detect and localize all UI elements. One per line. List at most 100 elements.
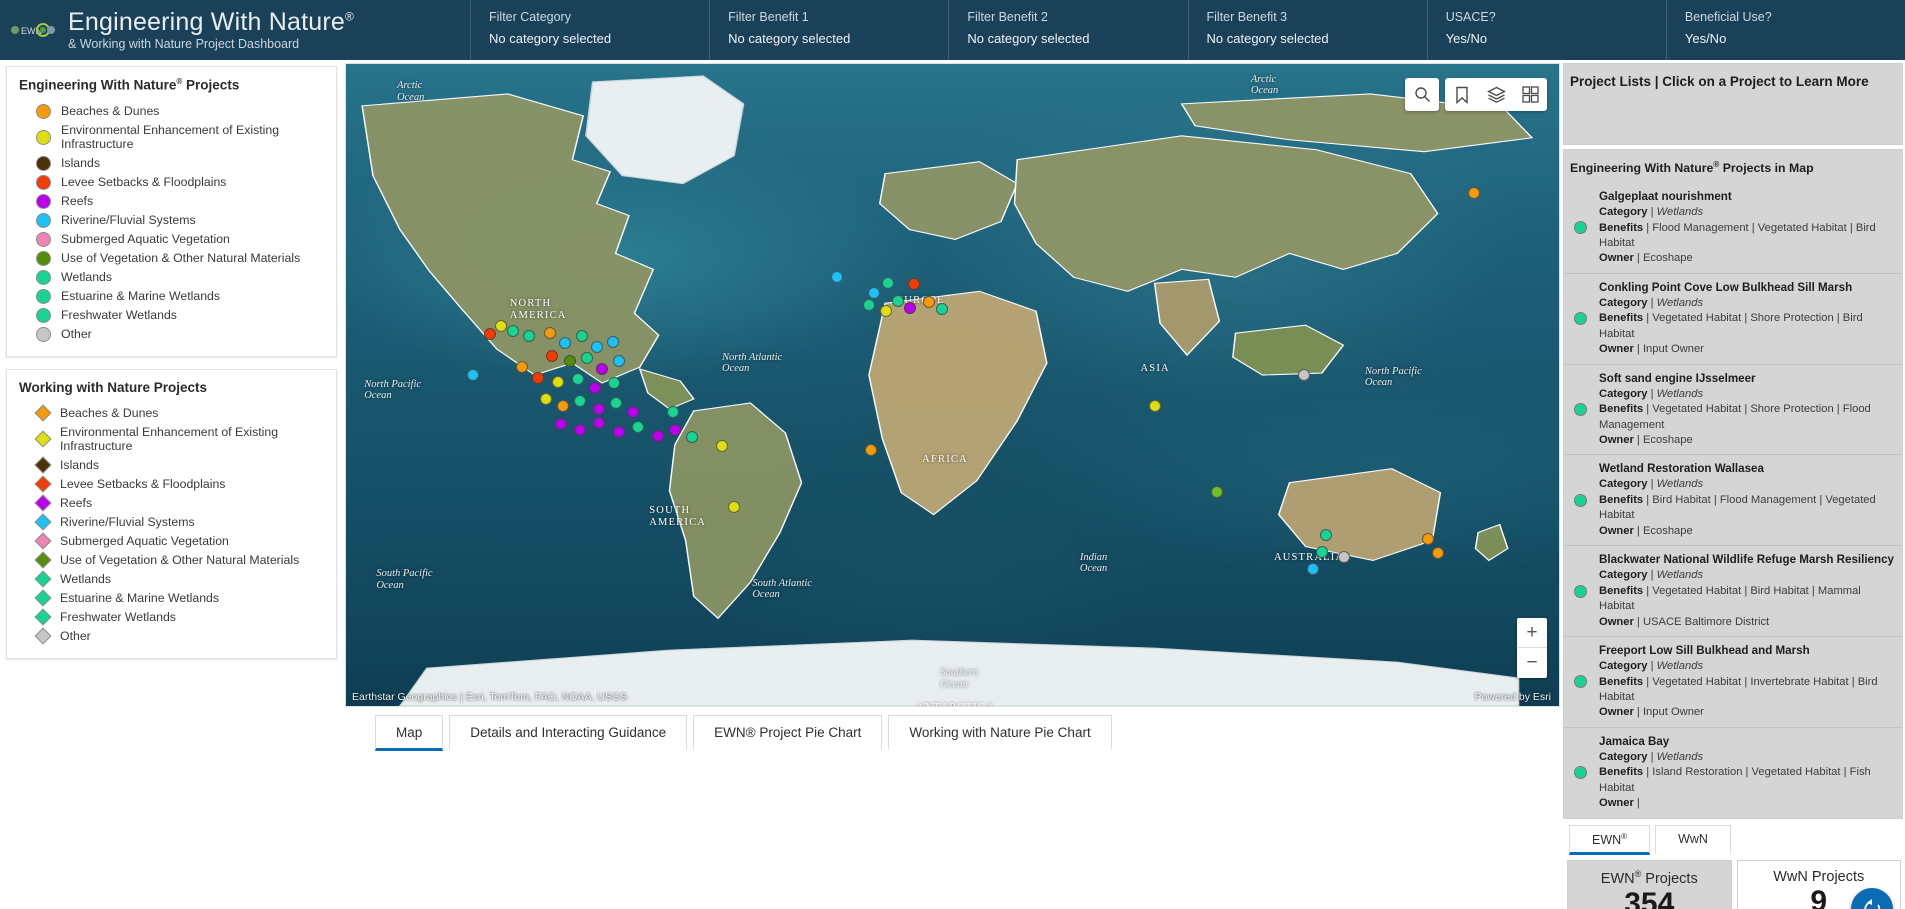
- filter-benefit-2[interactable]: Filter Benefit 2 No category selected: [948, 0, 1187, 60]
- separator: |: [1633, 252, 1643, 265]
- project-list-item[interactable]: Jamaica Bay Category | Wetlands Benefits |…: [1564, 726, 1902, 818]
- map-project-marker[interactable]: [685, 431, 698, 444]
- filter-category[interactable]: Filter Category No category selected: [470, 0, 709, 60]
- map-project-marker[interactable]: [595, 362, 608, 375]
- map-project-marker[interactable]: [903, 301, 916, 314]
- legend-item[interactable]: Beaches & Dunes: [19, 404, 324, 423]
- legend-item[interactable]: Wetlands: [19, 268, 324, 287]
- bottom-tab[interactable]: Details and Interacting Guidance: [449, 715, 688, 751]
- bottom-tab[interactable]: Map: [375, 715, 444, 751]
- legend-symbol-circle: [36, 231, 51, 247]
- map-project-marker[interactable]: [531, 372, 544, 385]
- map-project-marker[interactable]: [891, 295, 904, 308]
- map-project-marker[interactable]: [1431, 546, 1444, 559]
- legend-item[interactable]: Riverine/Fluvial Systems: [19, 211, 324, 230]
- legend-item[interactable]: Submerged Aquatic Vegetation: [19, 230, 324, 249]
- project-list-item[interactable]: Blackwater National Wildlife Refuge Mars…: [1564, 545, 1902, 636]
- project-owner: Owner | Ecoshape: [1599, 433, 1896, 448]
- legend-item[interactable]: Submerged Aquatic Vegetation: [19, 532, 324, 551]
- map-project-marker[interactable]: [715, 439, 728, 452]
- project-benefits: Benefits | Flood Management | Vegetated …: [1599, 221, 1896, 252]
- search-icon[interactable]: [1405, 78, 1439, 111]
- bookmark-icon[interactable]: [1445, 78, 1479, 111]
- ewn-logo-icon: EWN: [10, 19, 56, 41]
- basemap-gallery-icon[interactable]: [1513, 78, 1547, 111]
- map-project-marker[interactable]: [523, 329, 536, 342]
- project-list-item[interactable]: Soft sand engine IJsselmeer Category | We…: [1564, 363, 1902, 455]
- filter-usace[interactable]: USACE? Yes/No: [1426, 0, 1666, 60]
- legend-item[interactable]: Use of Vegetation & Other Natural Materi…: [19, 249, 324, 268]
- map-project-marker[interactable]: [591, 340, 604, 353]
- bottom-tab[interactable]: Working with Nature Pie Chart: [888, 715, 1112, 751]
- map-project-marker[interactable]: [543, 327, 556, 340]
- bottom-tab[interactable]: EWN® Project Pie Chart: [693, 715, 883, 751]
- map-project-marker[interactable]: [571, 373, 584, 386]
- legend-item[interactable]: Freshwater Wetlands: [19, 608, 324, 627]
- map-project-marker[interactable]: [667, 405, 680, 418]
- map-project-marker[interactable]: [867, 287, 880, 300]
- filter-beneficial-use[interactable]: Beneficial Use? Yes/No: [1665, 0, 1905, 60]
- filter-benefit-3[interactable]: Filter Benefit 3 No category selected: [1187, 0, 1427, 60]
- legend-item[interactable]: Freshwater Wetlands: [19, 306, 324, 325]
- legend-symbol-circle: [36, 212, 51, 228]
- map-project-marker[interactable]: [612, 426, 625, 439]
- legend-item[interactable]: Beaches & Dunes: [19, 102, 324, 121]
- project-benefits: Benefits | Vegetated Habitat | Bird Habi…: [1599, 584, 1896, 615]
- map-project-marker[interactable]: [554, 418, 567, 431]
- legend-item[interactable]: Other: [19, 325, 324, 344]
- map-project-marker[interactable]: [907, 277, 920, 290]
- legend-item[interactable]: Riverine/Fluvial Systems: [19, 513, 324, 532]
- right-panel-subtabs: EWN® WwN: [1563, 819, 1903, 855]
- map-project-marker[interactable]: [879, 304, 892, 317]
- legend-item[interactable]: Islands: [19, 154, 324, 173]
- legend-item[interactable]: Reefs: [19, 494, 324, 513]
- project-list-item[interactable]: Wetland Restoration Wallasea Category | W…: [1564, 454, 1902, 545]
- map-project-marker[interactable]: [606, 335, 619, 348]
- legend-item[interactable]: Wetlands: [19, 570, 324, 589]
- map-project-marker[interactable]: [627, 405, 640, 418]
- legend-item[interactable]: Environmental Enhancement of Existing In…: [19, 121, 324, 154]
- map-project-marker[interactable]: [1421, 532, 1434, 545]
- project-category-dot: [1574, 221, 1587, 235]
- wwn-legend-title: Working with Nature Projects: [19, 379, 208, 395]
- zoom-in-button[interactable]: +: [1517, 618, 1547, 648]
- project-list-item[interactable]: Conkling Point Cove Low Bulkhead Sill Ma…: [1564, 272, 1902, 364]
- separator: |: [1647, 387, 1657, 400]
- project-list[interactable]: Galgeplaat nourishment Category | Wetland…: [1564, 183, 1902, 818]
- legend-item[interactable]: Islands: [19, 456, 324, 475]
- map-tool-bar: [1405, 78, 1547, 111]
- map-project-marker[interactable]: [728, 500, 741, 513]
- map-canvas[interactable]: Arctic Ocean Arctic Ocean NORTH AMERICA Nor…: [345, 63, 1560, 707]
- map-project-marker[interactable]: [588, 381, 601, 394]
- map-project-marker[interactable]: [831, 270, 844, 283]
- project-list-item[interactable]: Freeport Low Sill Bulkhead and Marsh Cate…: [1564, 636, 1902, 727]
- map-project-marker[interactable]: [515, 361, 528, 374]
- legend-item[interactable]: Estuarine & Marine Wetlands: [19, 589, 324, 608]
- map-project-marker[interactable]: [1320, 528, 1333, 541]
- legend-item[interactable]: Environmental Enhancement of Existing In…: [19, 423, 324, 456]
- legend-item[interactable]: Reefs: [19, 192, 324, 211]
- legend-item[interactable]: Estuarine & Marine Wetlands: [19, 287, 324, 306]
- right-subtab[interactable]: WwN: [1655, 824, 1731, 855]
- legend-symbol-diamond: [34, 627, 52, 645]
- legend-symbol-diamond: [34, 589, 52, 607]
- separator: |: [1647, 478, 1657, 491]
- map-project-marker[interactable]: [651, 429, 664, 442]
- map-project-marker[interactable]: [862, 298, 875, 311]
- right-subtab[interactable]: EWN®: [1569, 824, 1651, 855]
- project-details: Freeport Low Sill Bulkhead and Marsh Cate…: [1599, 643, 1896, 721]
- map-project-marker[interactable]: [935, 302, 948, 315]
- map-project-marker[interactable]: [546, 349, 559, 362]
- project-category-value: Wetlands: [1656, 569, 1704, 582]
- zoom-out-button[interactable]: −: [1517, 648, 1547, 678]
- legend-item[interactable]: Use of Vegetation & Other Natural Materi…: [19, 551, 324, 570]
- layers-icon[interactable]: [1479, 78, 1513, 111]
- legend-item[interactable]: Other: [19, 627, 324, 646]
- legend-item[interactable]: Levee Setbacks & Floodplains: [19, 475, 324, 494]
- project-list-item[interactable]: Galgeplaat nourishment Category | Wetland…: [1564, 183, 1902, 273]
- project-benefits: Benefits | Vegetated Habitat | Shore Pro…: [1599, 402, 1896, 433]
- separator: |: [1643, 403, 1653, 416]
- filter-benefit-1[interactable]: Filter Benefit 1 No category selected: [709, 0, 948, 60]
- map-project-marker[interactable]: [668, 423, 681, 436]
- legend-item[interactable]: Levee Setbacks & Floodplains: [19, 173, 324, 192]
